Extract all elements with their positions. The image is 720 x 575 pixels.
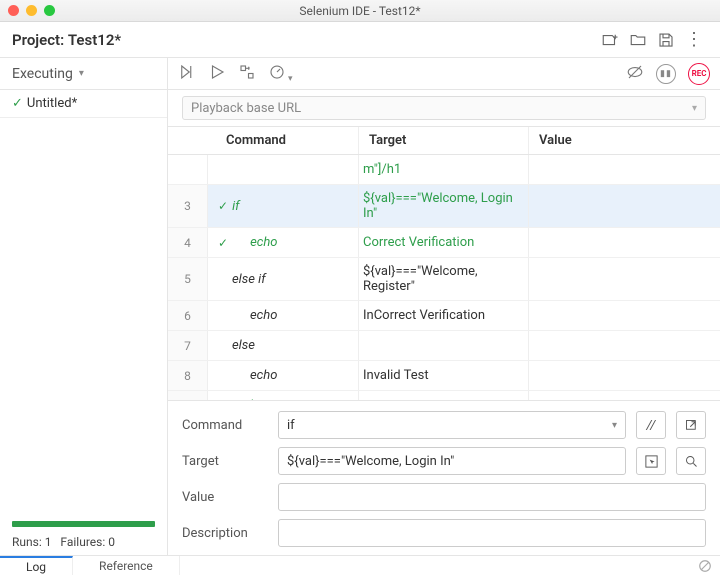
speed-button[interactable]: ▾ [268,63,293,85]
row-command [208,155,358,184]
content-area: ▾ ▮▮ REC Playback base URL ▾ Command Tar… [168,58,720,555]
command-row[interactable]: 5else if${val}==="Welcome, Register" [168,258,720,301]
check-icon: ✓ [12,96,23,111]
pause-button[interactable]: ▮▮ [656,64,676,84]
row-number: 5 [168,258,208,300]
run-all-button[interactable] [178,63,196,85]
command-row[interactable]: 9✓end [168,391,720,400]
row-target [358,331,528,360]
save-project-button[interactable] [652,26,680,54]
editor-value-input[interactable] [278,483,706,511]
header-target: Target [358,127,528,154]
row-target: Correct Verification [358,228,528,257]
clear-log-button[interactable] [690,556,720,575]
row-number: 6 [168,301,208,330]
project-label: Project: Test12* [12,31,121,49]
command-row[interactable]: 8echoInvalid Test [168,361,720,391]
step-button[interactable] [238,63,256,85]
grid-header: Command Target Value [168,127,720,155]
editor-value-label: Value [182,490,268,505]
tab-reference[interactable]: Reference [73,556,180,575]
row-number [168,155,208,184]
test-name: Untitled* [27,96,77,111]
row-command: ✓end [208,391,358,400]
tab-log[interactable]: Log [0,556,73,575]
base-url-placeholder: Playback base URL [191,101,301,116]
row-target: ${val}==="Welcome, Login In" [358,185,528,227]
editor-target-input[interactable]: ${val}==="Welcome, Login In" [278,447,626,475]
row-command: echo [208,361,358,390]
sidebar-mode-label: Executing [12,66,73,82]
editor-command-label: Command [182,418,268,433]
titlebar: Selenium IDE - Test12* [0,0,720,22]
window-controls [8,5,55,16]
row-value [528,258,720,300]
chevron-down-icon: ▾ [79,68,84,79]
main-area: Executing ▾ ✓ Untitled* Runs: 1 Failures:… [0,58,720,555]
row-target: Invalid Test [358,361,528,390]
sidebar-mode-select[interactable]: Executing ▾ [0,58,167,90]
command-row[interactable]: 3✓if${val}==="Welcome, Login In" [168,185,720,228]
row-value [528,228,720,257]
new-project-button[interactable] [596,26,624,54]
close-window-icon[interactable] [8,5,19,16]
row-number: 4 [168,228,208,257]
row-target: InCorrect Verification [358,301,528,330]
disable-breakpoints-button[interactable] [626,63,644,85]
check-icon: ✓ [218,236,228,250]
editor-description-label: Description [182,526,268,541]
command-editor: Command if // Target ${val}==="Welcome, … [168,400,720,555]
row-value [528,391,720,400]
bottom-tabs: Log Reference [0,555,720,575]
chevron-down-icon: ▾ [692,103,697,114]
kebab-icon: ⋮ [685,31,703,49]
open-project-button[interactable] [624,26,652,54]
editor-command-input[interactable]: if [278,411,626,439]
project-bar: Project: Test12* ⋮ [0,22,720,58]
row-command: ✓echo [208,228,358,257]
row-value [528,155,720,184]
row-command: else if [208,258,358,300]
command-row[interactable]: m"]/h1 [168,155,720,185]
url-row: Playback base URL ▾ [168,90,720,127]
editor-open-reference-button[interactable] [676,411,706,439]
row-value [528,301,720,330]
row-number: 3 [168,185,208,227]
row-value [528,185,720,227]
row-number: 9 [168,391,208,400]
header-command: Command [208,127,358,154]
run-stats: Runs: 1 Failures: 0 [0,527,167,555]
editor-find-target-button[interactable] [676,447,706,475]
row-target [358,391,528,400]
record-button[interactable]: REC [688,63,710,85]
row-command: ✓if [208,185,358,227]
run-toolbar: ▾ ▮▮ REC [168,58,720,90]
base-url-input[interactable]: Playback base URL ▾ [182,96,706,120]
header-value: Value [528,127,720,154]
editor-description-input[interactable] [278,519,706,547]
command-row[interactable]: 4✓echoCorrect Verification [168,228,720,258]
row-target: ${val}==="Welcome, Register" [358,258,528,300]
command-row[interactable]: 6echoInCorrect Verification [168,301,720,331]
command-grid[interactable]: m"]/h13✓if${val}==="Welcome, Login In"4✓… [168,155,720,400]
row-value [528,331,720,360]
row-number: 8 [168,361,208,390]
editor-select-target-button[interactable] [636,447,666,475]
run-button[interactable] [208,63,226,85]
more-menu-button[interactable]: ⋮ [680,26,708,54]
row-command: else [208,331,358,360]
row-command: echo [208,301,358,330]
editor-toggle-comment-button[interactable]: // [636,411,666,439]
zoom-window-icon[interactable] [44,5,55,16]
window-title: Selenium IDE - Test12* [0,4,720,18]
row-number: 7 [168,331,208,360]
sidebar: Executing ▾ ✓ Untitled* Runs: 1 Failures:… [0,58,168,555]
row-target: m"]/h1 [358,155,528,184]
minimize-window-icon[interactable] [26,5,37,16]
test-list-item[interactable]: ✓ Untitled* [0,90,167,118]
check-icon: ✓ [218,199,228,213]
row-value [528,361,720,390]
command-row[interactable]: 7else [168,331,720,361]
editor-target-label: Target [182,454,268,469]
